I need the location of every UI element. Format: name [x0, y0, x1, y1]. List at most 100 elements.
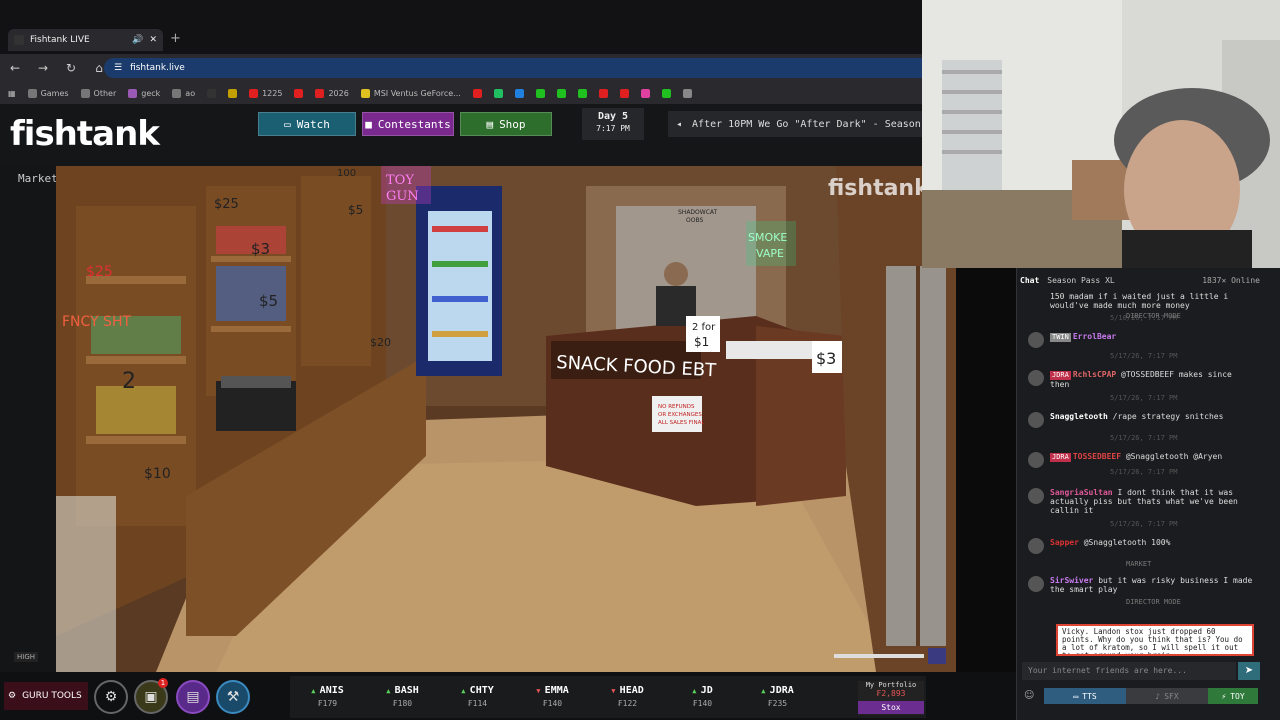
chat-input[interactable]: Your internet friends are here... — [1022, 662, 1236, 680]
svg-text:$25: $25 — [86, 264, 113, 280]
tab-audio-icon[interactable]: 🔊 — [132, 35, 143, 45]
stock-item[interactable]: ▲ CHTY ₣114 — [440, 676, 515, 718]
svg-text:SHADOWCAT: SHADOWCAT — [678, 209, 718, 216]
chat-username[interactable]: ErrolBear — [1073, 332, 1116, 341]
stock-item[interactable]: ▼ EMMA ₣140 — [515, 676, 590, 718]
stock-item[interactable]: ▼ HEAD ₣122 — [590, 676, 665, 718]
chat-username[interactable]: Sapper — [1050, 538, 1079, 547]
stock-price: ₣140 — [542, 699, 563, 708]
screen: Fishtank LIVE 🔊 ✕ + ← → ↻ ⌂ ☰ fishtank.l… — [0, 0, 1280, 720]
chat-badge: JDRA — [1050, 453, 1071, 462]
ticker-back-icon[interactable]: ◂ — [676, 119, 682, 130]
contestants-button[interactable]: ■ Contestants — [362, 112, 454, 136]
portfolio-widget[interactable]: My Portfolio ₣2,893 Stox — [858, 681, 924, 715]
clips-button[interactable]: ▤ — [176, 680, 210, 714]
bookmark-item[interactable] — [207, 88, 217, 98]
stock-item[interactable]: ▲ JD ₣140 — [665, 676, 740, 718]
chat-settings-icon[interactable]: ☺ — [1024, 690, 1034, 701]
tts-button[interactable]: ▭ TTS — [1044, 688, 1126, 704]
forward-icon[interactable]: → — [36, 61, 50, 75]
chat-badge: JDRA — [1050, 371, 1071, 380]
chat-username[interactable]: RchlsCPAP — [1073, 370, 1116, 379]
apps-icon[interactable]: ▦ — [8, 89, 16, 98]
stock-item[interactable]: ▲ BASH ₣180 — [365, 676, 440, 718]
toy-button[interactable]: ⚡ TOY — [1208, 688, 1258, 704]
market-label[interactable]: Market — [18, 172, 58, 185]
quality-badge[interactable]: HIGH — [14, 652, 39, 662]
site-logo[interactable]: fishtank — [10, 114, 160, 154]
avatar[interactable] — [1028, 538, 1044, 554]
tab-close-icon[interactable]: ✕ — [149, 35, 157, 45]
bookmark-item[interactable]: 2026 — [315, 88, 349, 98]
chat-message[interactable]: JDRA TOSSEDBEEF @Snaggletooth @Aryen — [1024, 452, 1254, 468]
bookmark-item[interactable] — [598, 88, 608, 98]
avatar[interactable] — [1028, 370, 1044, 386]
chat-username[interactable]: TOSSEDBEEF — [1073, 452, 1121, 461]
bookmark-label: Games — [40, 88, 69, 98]
chat-message[interactable]: SirSwiver but it was risky business I ma… — [1024, 576, 1254, 594]
chat-message[interactable]: 150 madam if i waited just a little i wo… — [1024, 292, 1254, 310]
announcement-ticker[interactable]: ◂ After 10PM We Go "After Dark" - Season — [668, 111, 922, 137]
bookmark-item[interactable] — [661, 88, 671, 98]
address-bar[interactable]: ☰ fishtank.live — [104, 58, 922, 78]
bookmark-item[interactable] — [294, 88, 304, 98]
reload-icon[interactable]: ↻ — [64, 61, 78, 75]
chat-username[interactable]: SangriaSultan — [1050, 488, 1113, 497]
season-pass-tab[interactable]: Season Pass XL — [1047, 276, 1114, 290]
tools-button[interactable]: ⚒ — [216, 680, 250, 714]
chat-message[interactable]: SangriaSultan I dont think that it was a… — [1024, 488, 1254, 515]
chat-message[interactable]: Snaggletooth /rape strategy snitches — [1024, 412, 1254, 428]
inventory-button[interactable]: ▣ 1 — [134, 678, 168, 714]
bookmark-item[interactable] — [228, 88, 238, 98]
stock-symbol: JDRA — [769, 685, 794, 696]
camera-feed[interactable]: $25 $3 $5 $20 2 $10 $5 100 $25 FNCY SHT … — [56, 166, 956, 672]
send-button[interactable]: ➤ — [1238, 662, 1260, 680]
bookmark-item[interactable]: 1225 — [249, 88, 282, 98]
stock-item[interactable]: ▲ ANIS ₣179 — [290, 676, 365, 718]
avatar[interactable] — [1028, 452, 1044, 468]
bookmark-item[interactable]: Other — [80, 88, 116, 98]
bookmark-item[interactable] — [493, 88, 503, 98]
chat-tab[interactable]: Chat — [1020, 276, 1039, 290]
bookmark-item[interactable] — [556, 88, 566, 98]
stock-price: ₣179 — [317, 699, 338, 708]
settings-gear-button[interactable]: ⚙ — [94, 680, 128, 714]
shop-button[interactable]: ▤ Shop — [460, 112, 552, 136]
new-tab-icon[interactable]: + — [170, 31, 181, 46]
bookmark-icon — [27, 88, 37, 98]
sfx-button[interactable]: ♪ SFX — [1126, 688, 1208, 704]
bookmark-item[interactable]: MSI Ventus GeForce... — [360, 88, 461, 98]
watch-button[interactable]: ▭ Watch — [258, 112, 356, 136]
back-icon[interactable]: ← — [8, 61, 22, 75]
bookmarks-bar: ▦ Games Other geck ao 1225 2026 MSI Ventus GeF… — [0, 82, 922, 104]
avatar[interactable] — [1028, 332, 1044, 348]
bookmark-item[interactable]: geck — [128, 88, 160, 98]
chat-username[interactable]: Snaggletooth — [1050, 412, 1108, 421]
bookmark-item[interactable] — [514, 88, 524, 98]
bookmark-item[interactable] — [682, 88, 692, 98]
chat-timestamp: 5/17/26, 7:17 PM — [1110, 352, 1178, 360]
chat-text: 150 madam if i waited just a little i wo… — [1050, 292, 1229, 310]
avatar[interactable] — [1028, 488, 1044, 504]
browser-tab[interactable]: Fishtank LIVE 🔊 ✕ — [8, 29, 163, 51]
bookmark-item[interactable] — [619, 88, 629, 98]
bookmark-item[interactable] — [577, 88, 587, 98]
bookmark-icon — [472, 88, 482, 98]
stox-button[interactable]: Stox — [858, 701, 924, 714]
stock-item[interactable]: ▲ JDRA ₣235 — [740, 676, 815, 718]
guru-tools-button[interactable]: ⚙ GURU TOOLS — [4, 682, 88, 710]
bookmark-item[interactable] — [535, 88, 545, 98]
chat-message[interactable]: JDRA RchlsCPAP @TOSSEDBEEF makes since th… — [1024, 370, 1254, 389]
bookmark-item[interactable]: Games — [27, 88, 69, 98]
bookmark-item[interactable]: ao — [172, 88, 195, 98]
bookmark-item[interactable] — [640, 88, 650, 98]
site-info-icon[interactable]: ☰ — [114, 63, 122, 73]
stock-name: ▲ JD — [665, 685, 740, 696]
chat-system-label: DIRECTOR MODE — [1126, 598, 1181, 606]
avatar[interactable] — [1028, 576, 1044, 592]
chat-username[interactable]: SirSwiver — [1050, 576, 1093, 585]
chat-message[interactable]: TWIN ErrolBear — [1024, 332, 1254, 348]
bookmark-item[interactable] — [472, 88, 482, 98]
avatar[interactable] — [1028, 412, 1044, 428]
chat-message[interactable]: Sapper @Snaggletooth 100% — [1024, 538, 1254, 554]
